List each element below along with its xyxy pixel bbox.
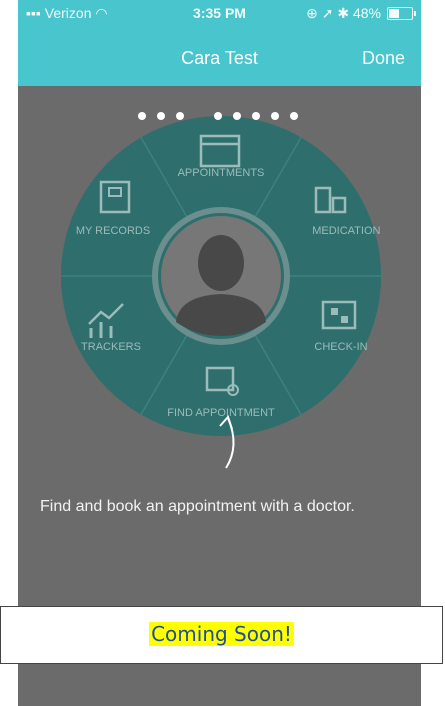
segment-label-trackers: TRACKERS xyxy=(81,341,141,353)
segment-label-appointments: APPOINTMENTS xyxy=(178,167,265,179)
bluetooth-icon: ✱ xyxy=(337,5,350,21)
status-right: ⊕ ➚ ✱ 48% xyxy=(306,5,381,22)
page-dot[interactable] xyxy=(290,112,298,120)
tutorial-hint: Find and book an appointment with a doct… xyxy=(40,498,355,515)
segment-label-medications: MEDICATIONS xyxy=(312,225,381,237)
location-icon: ➚ xyxy=(321,5,334,21)
pointer-arrow-icon xyxy=(219,415,235,469)
page-dot[interactable] xyxy=(214,112,222,120)
battery-icon xyxy=(387,7,416,20)
page-dot[interactable] xyxy=(176,112,184,120)
page-dot[interactable] xyxy=(252,112,260,120)
coming-soon-banner: Coming Soon! xyxy=(0,606,443,664)
lock-rotation-icon: ⊕ xyxy=(306,5,318,21)
page-dot[interactable] xyxy=(271,112,279,120)
page-title: Cara Test xyxy=(181,48,258,68)
page-dot[interactable] xyxy=(157,112,165,120)
segment-label-my-records: MY RECORDS xyxy=(76,225,150,237)
feature-wheel: APPOINTMENTS MEDICATIONS CHECK-IN FIND A… xyxy=(61,116,381,436)
page-dot[interactable] xyxy=(233,112,241,120)
done-button[interactable]: Done xyxy=(362,48,405,69)
nav-bar: Cara Test Done xyxy=(18,26,421,86)
battery-percent: 48% xyxy=(352,5,381,21)
segment-label-check-in: CHECK-IN xyxy=(314,341,367,353)
phone-screen: ▪▪▪ Verizon ◠ 3:35 PM ⊕ ➚ ✱ 48% Cara Tes… xyxy=(18,0,421,706)
status-bar: ▪▪▪ Verizon ◠ 3:35 PM ⊕ ➚ ✱ 48% xyxy=(18,0,421,26)
coming-soon-text: Coming Soon! xyxy=(149,622,294,646)
page-dot[interactable] xyxy=(138,112,146,120)
center-avatar[interactable] xyxy=(152,207,290,345)
